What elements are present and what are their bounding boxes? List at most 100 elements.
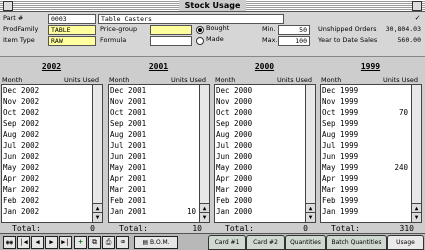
- pricegroup-field[interactable]: [150, 25, 192, 35]
- usage-list-2001[interactable]: Dec 2001 Nov 2001 Oct 2001 Sep 2001 Aug 2001…: [108, 84, 210, 223]
- usage-list-2002[interactable]: Dec 2002 Nov 2002 Oct 2002 Sep 2002 Aug 2002…: [1, 84, 103, 223]
- unshipped-orders-label: Unshipped Orders: [318, 25, 377, 33]
- made-radio[interactable]: [196, 37, 204, 45]
- list-item[interactable]: Mar 1999: [321, 184, 421, 195]
- list-item[interactable]: Aug 2000: [215, 129, 315, 140]
- duplicate-icon[interactable]: ⧉: [88, 236, 101, 249]
- list-item[interactable]: Jul 1999: [321, 140, 421, 151]
- formula-field[interactable]: [150, 36, 192, 46]
- tab-card-1[interactable]: Card #1: [208, 235, 246, 250]
- close-box[interactable]: [3, 1, 13, 11]
- scroll-down-icon[interactable]: ▼: [93, 212, 102, 222]
- list-item[interactable]: Jun 1999: [321, 151, 421, 162]
- list-item[interactable]: Apr 2001: [109, 173, 209, 184]
- scroll-down-icon[interactable]: ▼: [306, 212, 315, 222]
- max-field[interactable]: 100: [278, 36, 310, 46]
- next-record-button[interactable]: ▶: [45, 236, 58, 249]
- month-cell: Aug 1999: [322, 130, 359, 139]
- month-cell: Nov 1999: [322, 97, 359, 106]
- first-record-button[interactable]: |◀: [17, 236, 30, 249]
- list-item[interactable]: Jul 2000: [215, 140, 315, 151]
- units-column-header: Units Used: [383, 76, 418, 84]
- month-cell: Jun 2001: [110, 152, 147, 161]
- list-item[interactable]: Apr 2002: [2, 173, 102, 184]
- part-number-field[interactable]: 0003: [48, 14, 96, 24]
- list-item[interactable]: Mar 2002: [2, 184, 102, 195]
- scrollbar[interactable]: ▲ ▼: [92, 85, 102, 222]
- list-item[interactable]: May 2000: [215, 162, 315, 173]
- scrollbar[interactable]: ▲ ▼: [199, 85, 209, 222]
- list-item[interactable]: Nov 2000: [215, 96, 315, 107]
- prodfamily-label: ProdFamily: [3, 25, 39, 33]
- description-field[interactable]: Table Casters: [98, 14, 284, 24]
- list-item[interactable]: Sep 2000: [215, 118, 315, 129]
- list-item[interactable]: Jun 2000: [215, 151, 315, 162]
- trash-icon[interactable]: ⌫: [116, 236, 129, 249]
- list-item[interactable]: Aug 1999: [321, 129, 421, 140]
- list-item[interactable]: Dec 2001: [109, 85, 209, 96]
- bom-button[interactable]: ▤ B.O.M.: [134, 236, 178, 249]
- tab-batch-quantities[interactable]: Batch Quantities: [326, 235, 387, 250]
- list-item[interactable]: Mar 2000: [215, 184, 315, 195]
- prodfamily-field[interactable]: TABLE: [48, 25, 96, 35]
- list-item[interactable]: May 2002: [2, 162, 102, 173]
- list-item[interactable]: May 2001: [109, 162, 209, 173]
- itemtype-field[interactable]: RAW: [48, 36, 96, 46]
- list-item[interactable]: Oct 2000: [215, 107, 315, 118]
- total-label: Total:: [12, 224, 41, 233]
- list-item[interactable]: Jul 2001: [109, 140, 209, 151]
- list-item[interactable]: Dec 2000: [215, 85, 315, 96]
- binoculars-icon[interactable]: ◉◉: [3, 236, 16, 249]
- list-item[interactable]: Dec 1999: [321, 85, 421, 96]
- list-item[interactable]: Oct 2001: [109, 107, 209, 118]
- tab-quantities[interactable]: Quantities: [285, 235, 326, 250]
- list-item[interactable]: Oct 1999 70: [321, 107, 421, 118]
- title-bar[interactable]: Stock Usage: [0, 0, 425, 12]
- year-label: 2001: [148, 62, 169, 71]
- scroll-down-icon[interactable]: ▼: [412, 212, 421, 222]
- list-item[interactable]: Feb 2001: [109, 195, 209, 206]
- bought-radio[interactable]: [196, 26, 204, 34]
- prev-record-button[interactable]: ◀: [31, 236, 44, 249]
- list-item[interactable]: Sep 1999: [321, 118, 421, 129]
- month-cell: Jul 2002: [3, 141, 40, 150]
- min-label: Min.: [262, 25, 276, 33]
- list-item[interactable]: Aug 2002: [2, 129, 102, 140]
- list-item[interactable]: Sep 2001: [109, 118, 209, 129]
- list-item[interactable]: Jul 2002: [2, 140, 102, 151]
- list-item[interactable]: Jan 2001 10: [109, 206, 209, 217]
- usage-list-1999[interactable]: Dec 1999 Nov 1999 Oct 1999 70 Sep 1999 Aug 19…: [320, 84, 422, 223]
- list-item[interactable]: Feb 1999: [321, 195, 421, 206]
- list-item[interactable]: Nov 1999: [321, 96, 421, 107]
- list-item[interactable]: Nov 2002: [2, 96, 102, 107]
- scrollbar[interactable]: ▲ ▼: [411, 85, 421, 222]
- scrollbar[interactable]: ▲ ▼: [305, 85, 315, 222]
- units-column-header: Units Used: [171, 76, 206, 84]
- list-item[interactable]: Dec 2002: [2, 85, 102, 96]
- list-item[interactable]: Jun 2001: [109, 151, 209, 162]
- list-item[interactable]: Nov 2001: [109, 96, 209, 107]
- list-item[interactable]: Jun 2002: [2, 151, 102, 162]
- list-item[interactable]: Jan 2000: [215, 206, 315, 217]
- list-item[interactable]: Aug 2001: [109, 129, 209, 140]
- tab-card-2[interactable]: Card #2: [246, 235, 285, 250]
- list-item[interactable]: Jan 2002: [2, 206, 102, 217]
- list-item[interactable]: Jan 1999: [321, 206, 421, 217]
- add-record-button[interactable]: +: [74, 236, 87, 249]
- list-item[interactable]: Sep 2002: [2, 118, 102, 129]
- scroll-down-icon[interactable]: ▼: [200, 212, 209, 222]
- min-field[interactable]: 50: [278, 25, 310, 35]
- list-item[interactable]: May 1999 240: [321, 162, 421, 173]
- total-label: Total:: [119, 224, 148, 233]
- print-icon[interactable]: ⎙: [102, 236, 115, 249]
- usage-list-2000[interactable]: Dec 2000 Nov 2000 Oct 2000 Sep 2000 Aug 2000…: [214, 84, 316, 223]
- tab-usage[interactable]: Usage: [387, 235, 424, 250]
- last-record-button[interactable]: ▶|: [59, 236, 72, 249]
- list-item[interactable]: Oct 2002: [2, 107, 102, 118]
- list-item[interactable]: Apr 1999: [321, 173, 421, 184]
- list-item[interactable]: Feb 2000: [215, 195, 315, 206]
- zoom-box[interactable]: [412, 1, 422, 11]
- list-item[interactable]: Feb 2002: [2, 195, 102, 206]
- list-item[interactable]: Mar 2001: [109, 184, 209, 195]
- list-item[interactable]: Apr 2000: [215, 173, 315, 184]
